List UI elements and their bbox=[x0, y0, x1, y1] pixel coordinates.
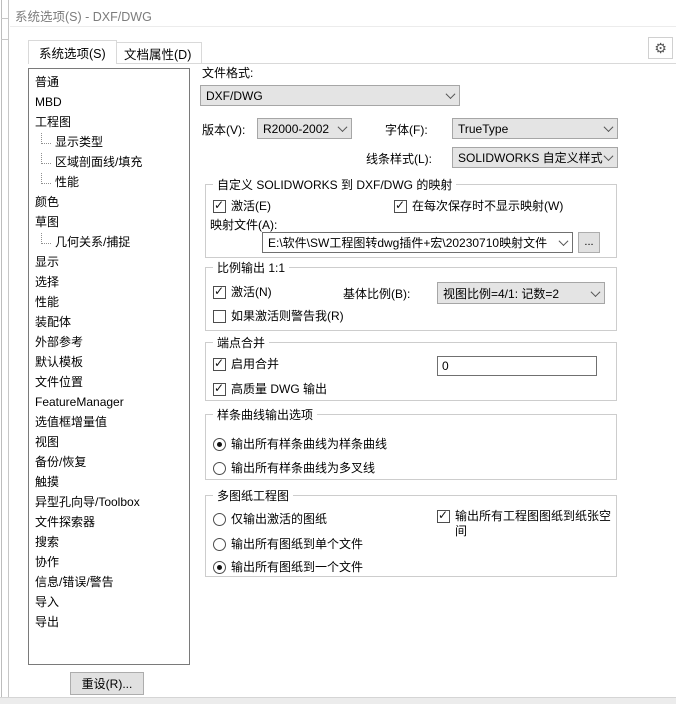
line-style-select[interactable]: SOLIDWORKS 自定义样式 bbox=[452, 147, 618, 168]
export-splines-as-polylines-radio[interactable] bbox=[213, 462, 226, 475]
dont-show-mapping-checkbox[interactable] bbox=[394, 199, 407, 213]
mapping-activate-checkbox[interactable] bbox=[213, 199, 226, 213]
sidebar-item-external-references[interactable]: 外部参考 bbox=[29, 332, 189, 352]
dialog-footer-strip bbox=[0, 697, 676, 704]
tree-connector-icon bbox=[41, 152, 51, 164]
tree-connector-icon bbox=[41, 132, 51, 144]
chevron-down-icon bbox=[603, 151, 614, 162]
sidebar-item-view[interactable]: 视图 bbox=[29, 432, 189, 452]
spline-output-group-title: 样条曲线输出选项 bbox=[213, 406, 318, 423]
chevron-down-icon bbox=[337, 122, 348, 133]
mapping-dont-show-row: 在每次保存时不显示映射(W) bbox=[394, 199, 563, 214]
sidebar-item-collaboration[interactable]: 协作 bbox=[29, 552, 189, 572]
sidebar-item-mbd[interactable]: MBD bbox=[29, 92, 189, 112]
tab-document-properties[interactable]: 文档属性(D) bbox=[113, 42, 203, 63]
sidebar-item-sketch[interactable]: 草图 bbox=[29, 212, 189, 232]
sidebar-item-search[interactable]: 搜索 bbox=[29, 532, 189, 552]
file-format-label: 文件格式: bbox=[202, 66, 254, 80]
tab-system-options[interactable]: 系统选项(S) bbox=[28, 40, 117, 64]
base-scale-select[interactable]: 视图比例=4/1: 记数=2 bbox=[437, 282, 605, 304]
version-select[interactable]: R2000-2002 bbox=[257, 118, 352, 139]
background-window-edge bbox=[0, 0, 10, 704]
sidebar-item-file-explorer[interactable]: 文件探索器 bbox=[29, 512, 189, 532]
sidebar-item-import[interactable]: 导入 bbox=[29, 592, 189, 612]
sidebar-item-drawings-performance[interactable]: 性能 bbox=[29, 172, 189, 192]
sidebar-item-export[interactable]: 导出 bbox=[29, 612, 189, 632]
dialog-title: 系统选项(S) - DXF/DWG bbox=[15, 10, 152, 24]
export-splines-as-splines-radio[interactable] bbox=[213, 438, 226, 451]
map-file-combobox[interactable]: E:\软件\SW工程图转dwg插件+宏\20230710映射文件 bbox=[262, 232, 573, 253]
file-format-select[interactable]: DXF/DWG bbox=[200, 85, 460, 106]
browse-button[interactable]: ... bbox=[578, 232, 600, 253]
sidebar-item-assemblies[interactable]: 装配体 bbox=[29, 312, 189, 332]
chevron-down-icon bbox=[603, 122, 614, 133]
options-search-button[interactable]: ⚙ bbox=[648, 37, 673, 59]
tab-strip-divider bbox=[28, 63, 676, 64]
custom-mapping-group-title: 自定义 SOLIDWORKS 到 DXF/DWG 的映射 bbox=[213, 176, 457, 193]
sidebar-item-default-templates[interactable]: 默认模板 bbox=[29, 352, 189, 372]
sidebar-item-relations-snaps[interactable]: 几何关系/捕捉 bbox=[29, 232, 189, 252]
endpoint-merge-group-title: 端点合并 bbox=[213, 334, 270, 351]
sidebar-item-hole-wizard-toolbox[interactable]: 异型孔向导/Toolbox bbox=[29, 492, 189, 512]
scale-activate-row: 激活(N) bbox=[213, 285, 272, 300]
export-sheets-one-file-radio[interactable] bbox=[213, 561, 226, 574]
export-sheets-one-file-row: 输出所有图纸到一个文件 bbox=[213, 560, 363, 575]
sidebar-item-backup-recover[interactable]: 备份/恢复 bbox=[29, 452, 189, 472]
dialog-titlebar: 系统选项(S) - DXF/DWG bbox=[10, 0, 676, 27]
warn-if-activated-checkbox[interactable] bbox=[213, 310, 226, 323]
chevron-down-icon bbox=[590, 286, 601, 297]
font-label: 字体(F): bbox=[385, 123, 428, 137]
scale-warn-row: 如果激活则警告我(R) bbox=[213, 309, 344, 324]
tree-connector-icon bbox=[41, 232, 51, 244]
scale-output-group-title: 比例输出 1:1 bbox=[213, 259, 290, 276]
sidebar-item-colors[interactable]: 颜色 bbox=[29, 192, 189, 212]
reset-button[interactable]: 重设(R)... bbox=[70, 672, 144, 695]
export-sheets-separate-files-radio[interactable] bbox=[213, 538, 226, 551]
sidebar-item-file-locations[interactable]: 文件位置 bbox=[29, 372, 189, 392]
high-quality-dwg-row: 高质量 DWG 输出 bbox=[213, 382, 327, 397]
paper-space-row: 输出所有工程图图纸到纸张空间 bbox=[437, 509, 615, 539]
high-quality-dwg-checkbox[interactable] bbox=[213, 382, 226, 396]
multisheet-group-title: 多图纸工程图 bbox=[213, 487, 294, 504]
sidebar-item-featuremanager[interactable]: FeatureManager bbox=[29, 392, 189, 412]
mapping-activate-row: 激活(E) bbox=[213, 199, 271, 214]
version-label: 版本(V): bbox=[202, 123, 246, 137]
sidebar-item-general[interactable]: 普通 bbox=[29, 72, 189, 92]
paper-space-checkbox[interactable] bbox=[437, 509, 450, 523]
export-sheets-separate-files-row: 输出所有图纸到单个文件 bbox=[213, 537, 363, 552]
sidebar-item-touch[interactable]: 触摸 bbox=[29, 472, 189, 492]
sidebar-item-selection[interactable]: 选择 bbox=[29, 272, 189, 292]
spline-as-spline-row: 输出所有样条曲线为样条曲线 bbox=[213, 437, 387, 452]
options-category-list: 普通 MBD 工程图 显示类型 区域剖面线/填充 性能 颜色 草图 几何关系/捕… bbox=[28, 68, 190, 665]
sidebar-item-spin-box-increments[interactable]: 选值框增量值 bbox=[29, 412, 189, 432]
enable-merge-row: 启用合并 bbox=[213, 357, 279, 372]
font-select[interactable]: TrueType bbox=[452, 118, 618, 139]
spline-as-polyline-row: 输出所有样条曲线为多叉线 bbox=[213, 461, 375, 476]
export-active-sheet-radio[interactable] bbox=[213, 513, 226, 526]
line-style-label: 线条样式(L): bbox=[366, 152, 433, 166]
sidebar-item-area-hatch[interactable]: 区域剖面线/填充 bbox=[29, 152, 189, 172]
chevron-down-icon bbox=[558, 236, 569, 247]
sidebar-item-display[interactable]: 显示 bbox=[29, 252, 189, 272]
enable-merge-checkbox[interactable] bbox=[213, 357, 226, 371]
sidebar-item-display-style[interactable]: 显示类型 bbox=[29, 132, 189, 152]
merge-tolerance-input[interactable] bbox=[437, 356, 597, 376]
base-scale-label: 基体比例(B): bbox=[343, 287, 411, 301]
scale-activate-checkbox[interactable] bbox=[213, 285, 226, 299]
chevron-down-icon bbox=[445, 89, 456, 100]
sidebar-item-drawings[interactable]: 工程图 bbox=[29, 112, 189, 132]
sidebar-item-messages-errors-warnings[interactable]: 信息/错误/警告 bbox=[29, 572, 189, 592]
sidebar-item-performance[interactable]: 性能 bbox=[29, 292, 189, 312]
tree-connector-icon bbox=[41, 172, 51, 184]
export-active-sheet-row: 仅输出激活的图纸 bbox=[213, 512, 327, 527]
gear-icon: ⚙ bbox=[654, 40, 667, 56]
map-file-label: 映射文件(A): bbox=[210, 218, 278, 232]
